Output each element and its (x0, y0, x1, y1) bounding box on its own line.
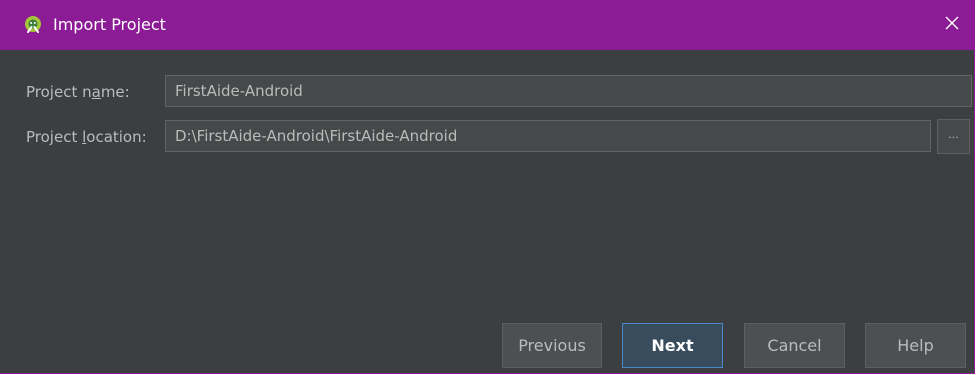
dialog-title: Import Project (53, 15, 166, 34)
project-name-input[interactable]: FirstAide-Android (165, 75, 972, 107)
next-button[interactable]: Next (622, 323, 723, 368)
previous-button[interactable]: Previous (502, 323, 602, 368)
cancel-button[interactable]: Cancel (744, 323, 845, 368)
project-location-input[interactable]: D:\FirstAide-Android\FirstAide-Android (165, 120, 931, 152)
browse-button[interactable]: ... (937, 119, 970, 154)
help-button[interactable]: Help (865, 323, 966, 368)
project-location-label: Project location: (26, 128, 147, 146)
import-project-dialog: Import Project Project name: FirstAide-A… (0, 0, 975, 374)
close-button[interactable] (929, 0, 975, 50)
android-studio-icon (23, 15, 43, 35)
close-icon (944, 15, 960, 35)
project-name-label: Project name: (26, 83, 130, 101)
title-bar[interactable]: Import Project (0, 0, 975, 50)
